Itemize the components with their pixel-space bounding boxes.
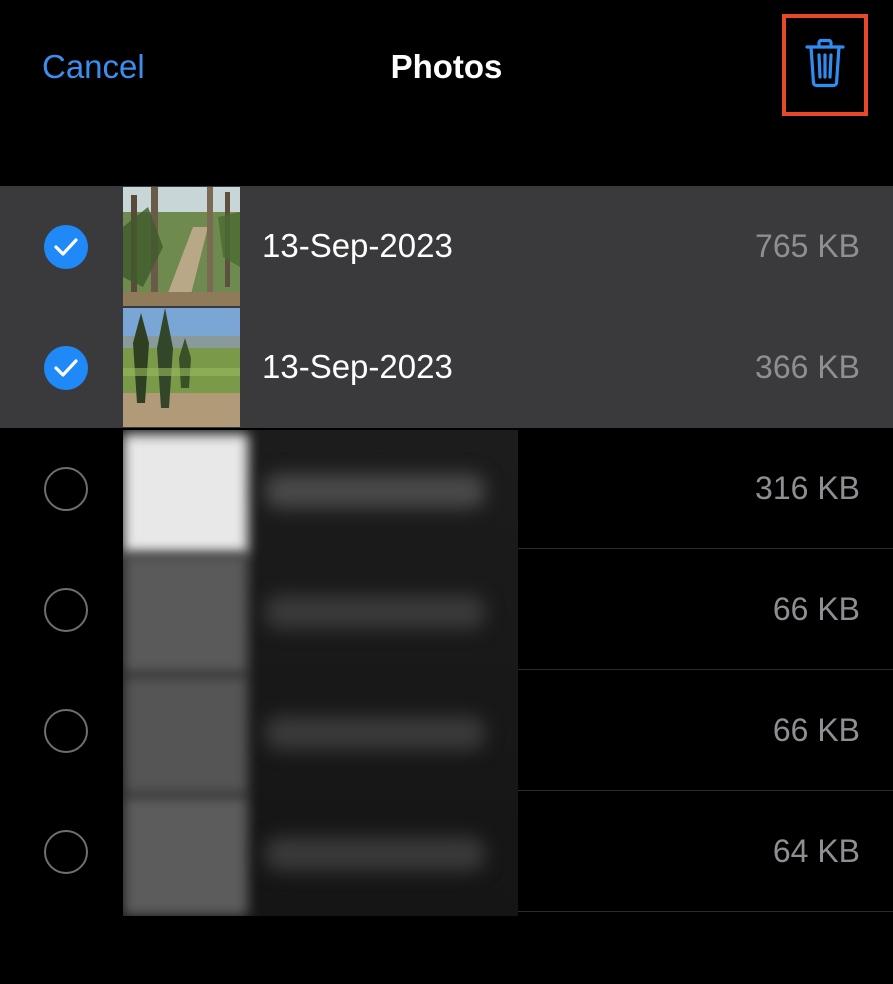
blurred-date <box>265 595 485 629</box>
redacted-area <box>123 430 518 916</box>
checkmark-icon <box>54 359 78 377</box>
row-divider <box>518 911 893 912</box>
checkbox-unchecked[interactable] <box>44 467 88 511</box>
blurred-thumbnail <box>123 675 248 795</box>
file-size: 316 KB <box>755 470 860 506</box>
blurred-date <box>265 837 485 871</box>
photo-thumbnail[interactable] <box>123 187 240 306</box>
list-item[interactable]: 13-Sep-2023 366 KB <box>0 307 893 428</box>
checkmark-icon <box>54 238 78 256</box>
photo-list: 13-Sep-2023 765 KB 13-Sep-2023 366 KB 31… <box>0 186 893 916</box>
checkbox-checked[interactable] <box>44 346 88 390</box>
checkbox-unchecked[interactable] <box>44 709 88 753</box>
checkbox-unchecked[interactable] <box>44 830 88 874</box>
photo-date: 13-Sep-2023 <box>262 227 453 264</box>
page-title: Photos <box>390 48 503 85</box>
trash-icon <box>804 38 846 93</box>
photo-thumbnail[interactable] <box>123 308 240 427</box>
checkbox-unchecked[interactable] <box>44 588 88 632</box>
navigation-bar: Cancel Photos <box>0 0 893 135</box>
blurred-thumbnail <box>123 554 248 674</box>
file-size: 66 KB <box>772 712 860 748</box>
photo-date: 13-Sep-2023 <box>262 348 453 385</box>
file-size: 66 KB <box>772 591 860 627</box>
delete-button[interactable] <box>782 14 868 116</box>
list-item[interactable]: 13-Sep-2023 765 KB <box>0 186 893 307</box>
blurred-date <box>265 716 485 750</box>
blurred-date <box>265 474 485 508</box>
blurred-thumbnail <box>123 796 248 916</box>
blurred-thumbnail <box>123 434 248 554</box>
file-size: 765 KB <box>755 228 860 264</box>
file-size: 64 KB <box>772 833 860 869</box>
checkbox-checked[interactable] <box>44 225 88 269</box>
file-size: 366 KB <box>755 349 860 385</box>
